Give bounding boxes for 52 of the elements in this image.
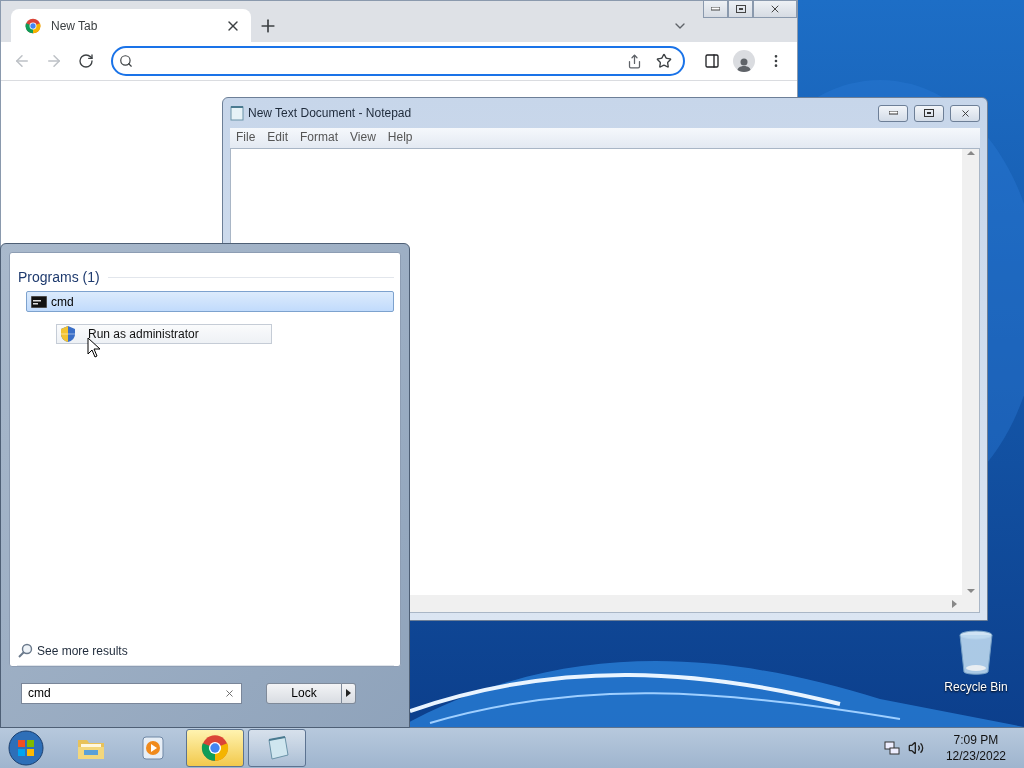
side-panel-icon — [704, 53, 720, 69]
reload-icon — [78, 53, 94, 69]
chrome-icon — [201, 734, 229, 762]
search-field[interactable]: cmd — [21, 682, 242, 704]
console-icon — [31, 295, 47, 308]
play-icon — [141, 735, 165, 761]
close-icon — [769, 3, 781, 15]
run-as-administrator-item[interactable]: Run as administrator — [56, 324, 272, 344]
right-arrow-icon — [346, 689, 351, 697]
share-icon — [626, 53, 642, 69]
close-button[interactable] — [950, 104, 980, 122]
close-icon — [959, 107, 971, 119]
minimize-icon — [888, 111, 898, 115]
right-arrow-icon[interactable] — [950, 598, 958, 609]
menu-item[interactable]: Edit — [261, 128, 295, 148]
menu-item[interactable]: View — [344, 128, 382, 148]
power-options-button[interactable] — [342, 682, 356, 704]
vertical-scrollbar[interactable] — [962, 149, 979, 595]
volume-icon[interactable] — [907, 740, 924, 756]
forward-arrow-icon — [45, 52, 63, 70]
menu-item[interactable]: File — [230, 128, 262, 148]
restore-icon — [735, 5, 746, 13]
taskbar-app-button[interactable] — [248, 729, 306, 767]
cursor-icon — [87, 337, 101, 358]
restore-icon — [924, 109, 934, 117]
browser-tab[interactable]: New Tab — [11, 9, 251, 42]
notepad-icon — [230, 105, 244, 121]
search-result[interactable]: cmd — [26, 291, 394, 312]
windows-orb-icon — [8, 730, 44, 766]
recycle-bin-icon — [958, 630, 994, 676]
search-icon — [17, 643, 33, 659]
clock[interactable]: 7:09 PM 12/23/2022 — [945, 732, 1006, 764]
section-title: Programs (1) — [18, 269, 100, 285]
minimize-button[interactable] — [878, 104, 908, 122]
network-icon[interactable] — [883, 740, 900, 756]
maximize-button[interactable] — [728, 1, 753, 18]
star-icon — [656, 53, 672, 69]
clear-icon — [224, 687, 235, 699]
chrome-icon — [25, 17, 41, 34]
desktop-icon[interactable]: Recycle Bin — [940, 630, 1012, 694]
taskbar-app-button[interactable] — [186, 729, 244, 767]
lock-button[interactable]: Lock — [266, 682, 342, 704]
avatar-icon — [733, 50, 755, 72]
see-more-results-link[interactable]: See more results — [17, 643, 394, 666]
menu-item[interactable]: Format — [294, 128, 345, 148]
menu-item[interactable]: Help — [381, 128, 419, 148]
shield-icon — [60, 325, 76, 343]
maximize-button[interactable] — [914, 104, 944, 122]
address-bar[interactable] — [111, 46, 685, 76]
minimize-icon — [711, 7, 720, 11]
search-icon — [119, 54, 133, 68]
window-title: New Text Document - Notepad — [248, 106, 413, 120]
